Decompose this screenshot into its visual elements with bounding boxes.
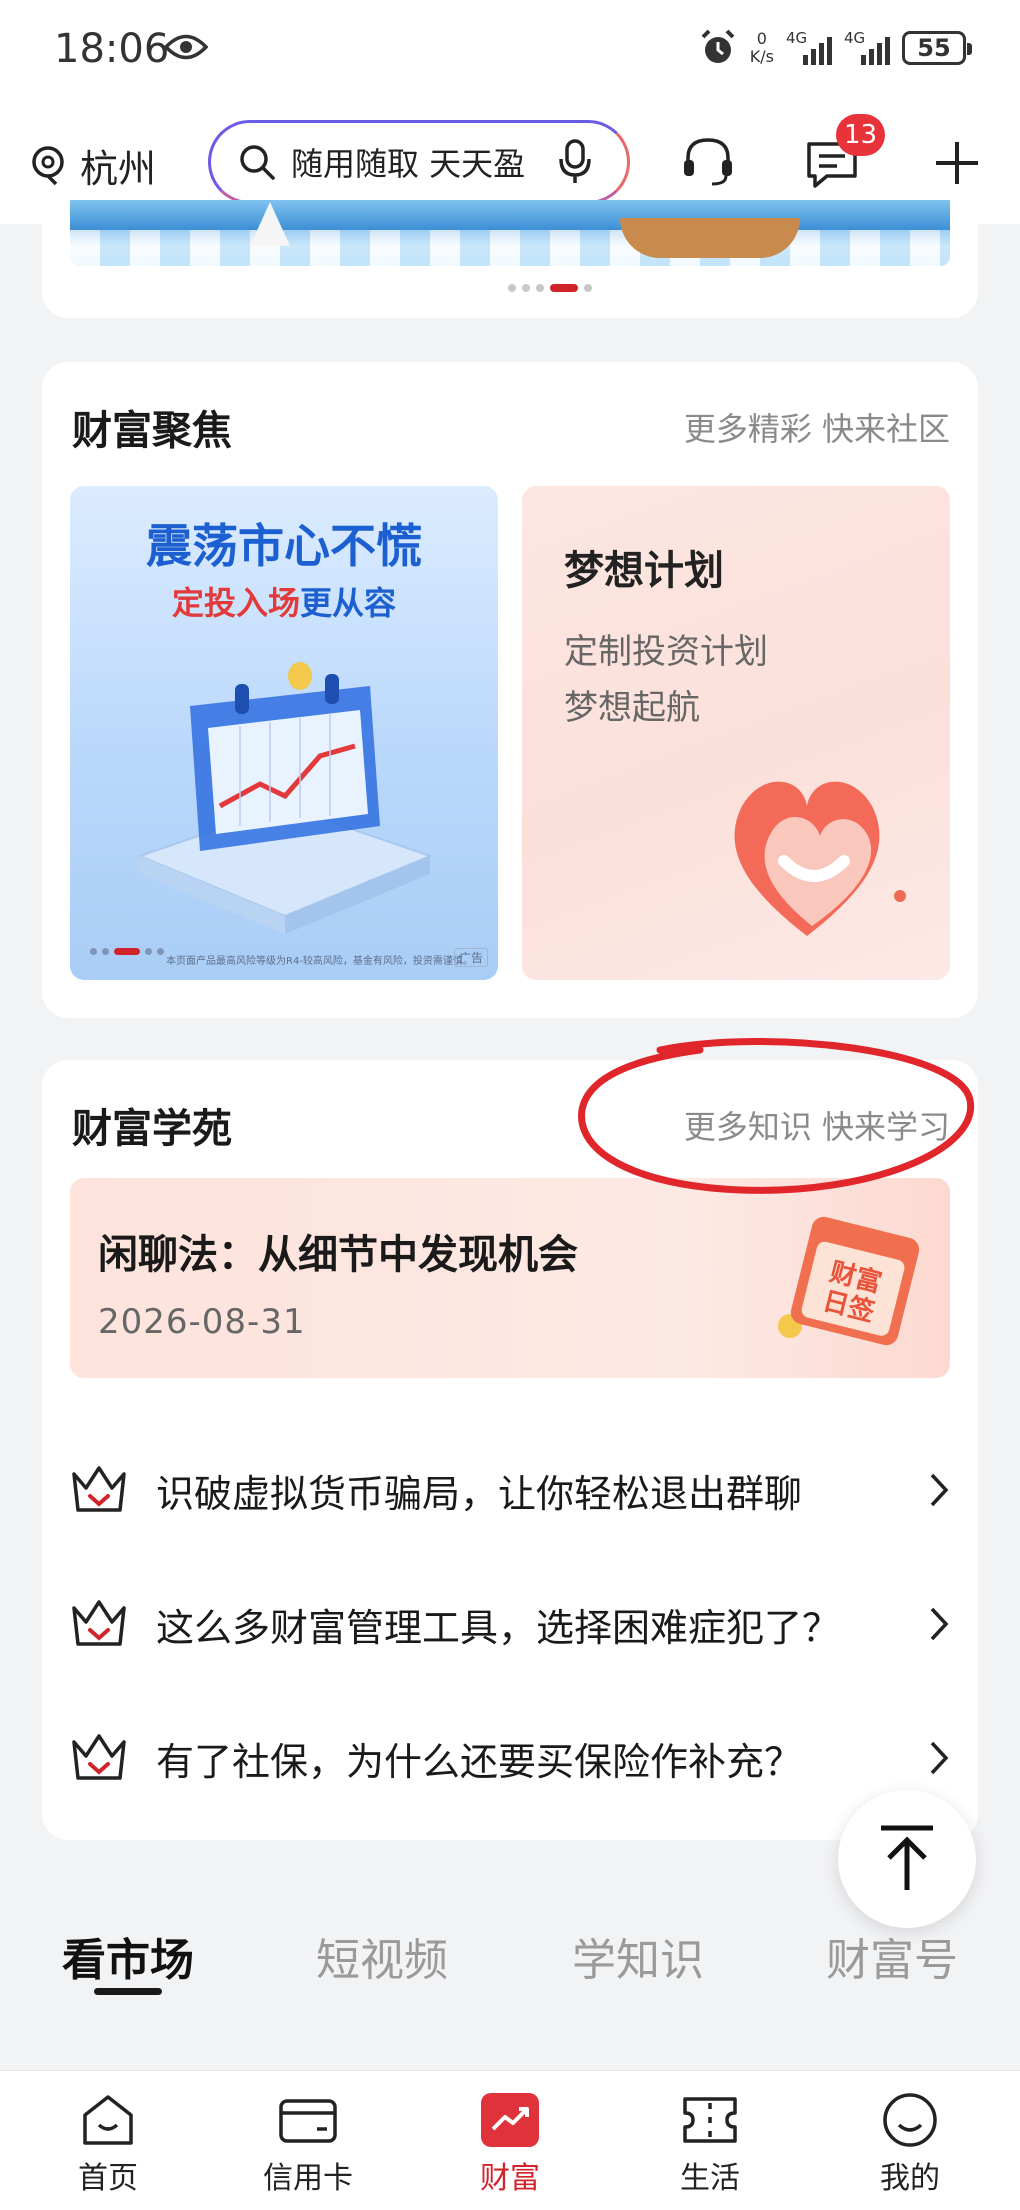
- daily-sign-title: 闲聊法：从细节中发现机会: [98, 1232, 578, 1278]
- dream-plan-title: 梦想计划: [564, 548, 724, 594]
- chevron-right-icon: [930, 1473, 949, 1507]
- promo-subline: 定投入场更从容: [70, 578, 498, 624]
- message-badge: 13: [836, 114, 886, 156]
- article-title: 识破虚拟货币骗局，让你轻松退出群聊: [156, 1471, 803, 1516]
- article-title: 这么多财富管理工具，选择困难症犯了？: [156, 1605, 841, 1650]
- net-speed: 0 K/s: [750, 30, 774, 66]
- bottom-nav-label: 财富: [480, 2161, 540, 2196]
- signal-1-label: 4G: [786, 29, 808, 47]
- alarm-icon: [701, 29, 735, 63]
- heart-illustration: [734, 781, 906, 936]
- net-speed-value: 0: [756, 29, 767, 48]
- arrow-up-icon: [881, 1825, 933, 1890]
- banner-pagination: [508, 284, 592, 292]
- dream-plan-card[interactable]: 梦想计划 定制投资计划 梦想起航: [522, 486, 950, 980]
- chevron-right-icon: [930, 1741, 949, 1775]
- promo-banner-dca[interactable]: 震荡市心不慌 定投入场更从容 本页面产品最高风险等级为R4-较高风险，基金有风险…: [70, 486, 498, 980]
- bottom-nav-credit-card[interactable]: 信用卡: [238, 2091, 378, 2197]
- promo-subline-blue: 更从容: [300, 584, 397, 622]
- banner-image[interactable]: [70, 200, 950, 266]
- wealth-focus-title: 财富聚焦: [72, 408, 232, 454]
- tab-market[interactable]: 看市场: [62, 1924, 194, 1988]
- article-item[interactable]: 有了社保，为什么还要买保险作补充？: [70, 1708, 950, 1808]
- daily-sign-date: 2026-08-31: [98, 1302, 306, 1342]
- active-tab-indicator: [94, 1988, 162, 1995]
- bottom-nav-label: 我的: [880, 2161, 940, 2196]
- profile-icon: [883, 2093, 937, 2147]
- banner-carousel[interactable]: [42, 200, 978, 318]
- promo-headline: 震荡市心不慌: [146, 519, 422, 573]
- status-time: 18:06: [54, 26, 170, 72]
- wealth-focus-more-link[interactable]: 更多精彩 快来社区: [684, 404, 950, 450]
- ticket-icon: [683, 2097, 737, 2143]
- wealth-icon: [481, 2093, 539, 2147]
- microphone-icon[interactable]: [557, 139, 593, 185]
- risk-disclaimer: 本页面产品最高风险等级为R4-较高风险，基金有风险，投资需谨慎。: [166, 956, 473, 967]
- daily-sign-calendar-icon: 财富 日签: [778, 1216, 920, 1346]
- search-bar[interactable]: 随用随取 天天盈: [208, 120, 630, 204]
- location-pin-icon: [32, 145, 64, 185]
- signal-1: 4G: [786, 29, 832, 65]
- article-title: 有了社保，为什么还要买保险作补充？: [156, 1739, 803, 1784]
- search-icon: [240, 145, 275, 180]
- bottom-nav-label: 信用卡: [263, 2161, 353, 2196]
- tab-wealth-account[interactable]: 财富号: [826, 1924, 958, 1988]
- city-selector[interactable]: 杭州: [30, 138, 156, 193]
- bottom-nav-life[interactable]: 生活: [640, 2091, 780, 2197]
- wealth-academy-title: 财富学苑: [72, 1106, 232, 1152]
- city-label: 杭州: [80, 147, 157, 191]
- bottom-nav-label: 首页: [78, 2161, 138, 2196]
- crown-icon: [72, 1734, 126, 1780]
- tab-learn[interactable]: 学知识: [572, 1924, 704, 1988]
- crown-icon: [72, 1466, 126, 1512]
- dream-plan-line2: 梦想起航: [564, 688, 700, 728]
- crown-icon: [72, 1600, 126, 1646]
- article-item[interactable]: 这么多财富管理工具，选择困难症犯了？: [70, 1574, 950, 1674]
- wealth-focus-section: 财富聚焦 更多精彩 快来社区 震荡市心不慌 定投入场更从容 本页面产品最高风险等…: [42, 362, 978, 1018]
- search-input[interactable]: 随用随取 天天盈: [291, 139, 551, 185]
- ad-tag: 广告: [453, 948, 488, 967]
- status-bar: 18:06 0 K/s 4G 4G 55: [0, 0, 1020, 100]
- credit-card-icon: [279, 2099, 337, 2143]
- bottom-nav-wealth[interactable]: 财富: [440, 2091, 580, 2197]
- plus-icon[interactable]: [934, 140, 980, 186]
- bottom-nav-home[interactable]: 首页: [38, 2091, 178, 2197]
- signal-2: 4G: [844, 29, 890, 65]
- highlight-circle-annotation: [578, 1037, 975, 1194]
- bottom-nav-label: 生活: [680, 2161, 740, 2196]
- battery-indicator: 55: [902, 31, 972, 65]
- tab-short-video[interactable]: 短视频: [316, 1924, 448, 1988]
- promo-pagination: [90, 948, 164, 955]
- content-tabs: 看市场 短视频 学知识 财富号: [0, 1900, 1020, 2020]
- signal-2-label: 4G: [844, 29, 866, 47]
- calendar-chart-illustration: [137, 662, 433, 934]
- eye-icon: [164, 34, 208, 60]
- article-item[interactable]: 识破虚拟货币骗局，让你轻松退出群聊: [70, 1440, 950, 1540]
- home-icon: [83, 2095, 133, 2145]
- customer-service-icon[interactable]: [680, 134, 736, 190]
- dream-plan-line1: 定制投资计划: [564, 632, 768, 672]
- bottom-nav: 首页 信用卡 财富 生活 我的: [0, 2070, 1020, 2210]
- bottom-nav-profile[interactable]: 我的: [840, 2091, 980, 2197]
- promo-subline-red: 定投入场: [171, 584, 300, 622]
- chevron-right-icon: [930, 1607, 949, 1641]
- net-speed-unit: K/s: [749, 47, 774, 66]
